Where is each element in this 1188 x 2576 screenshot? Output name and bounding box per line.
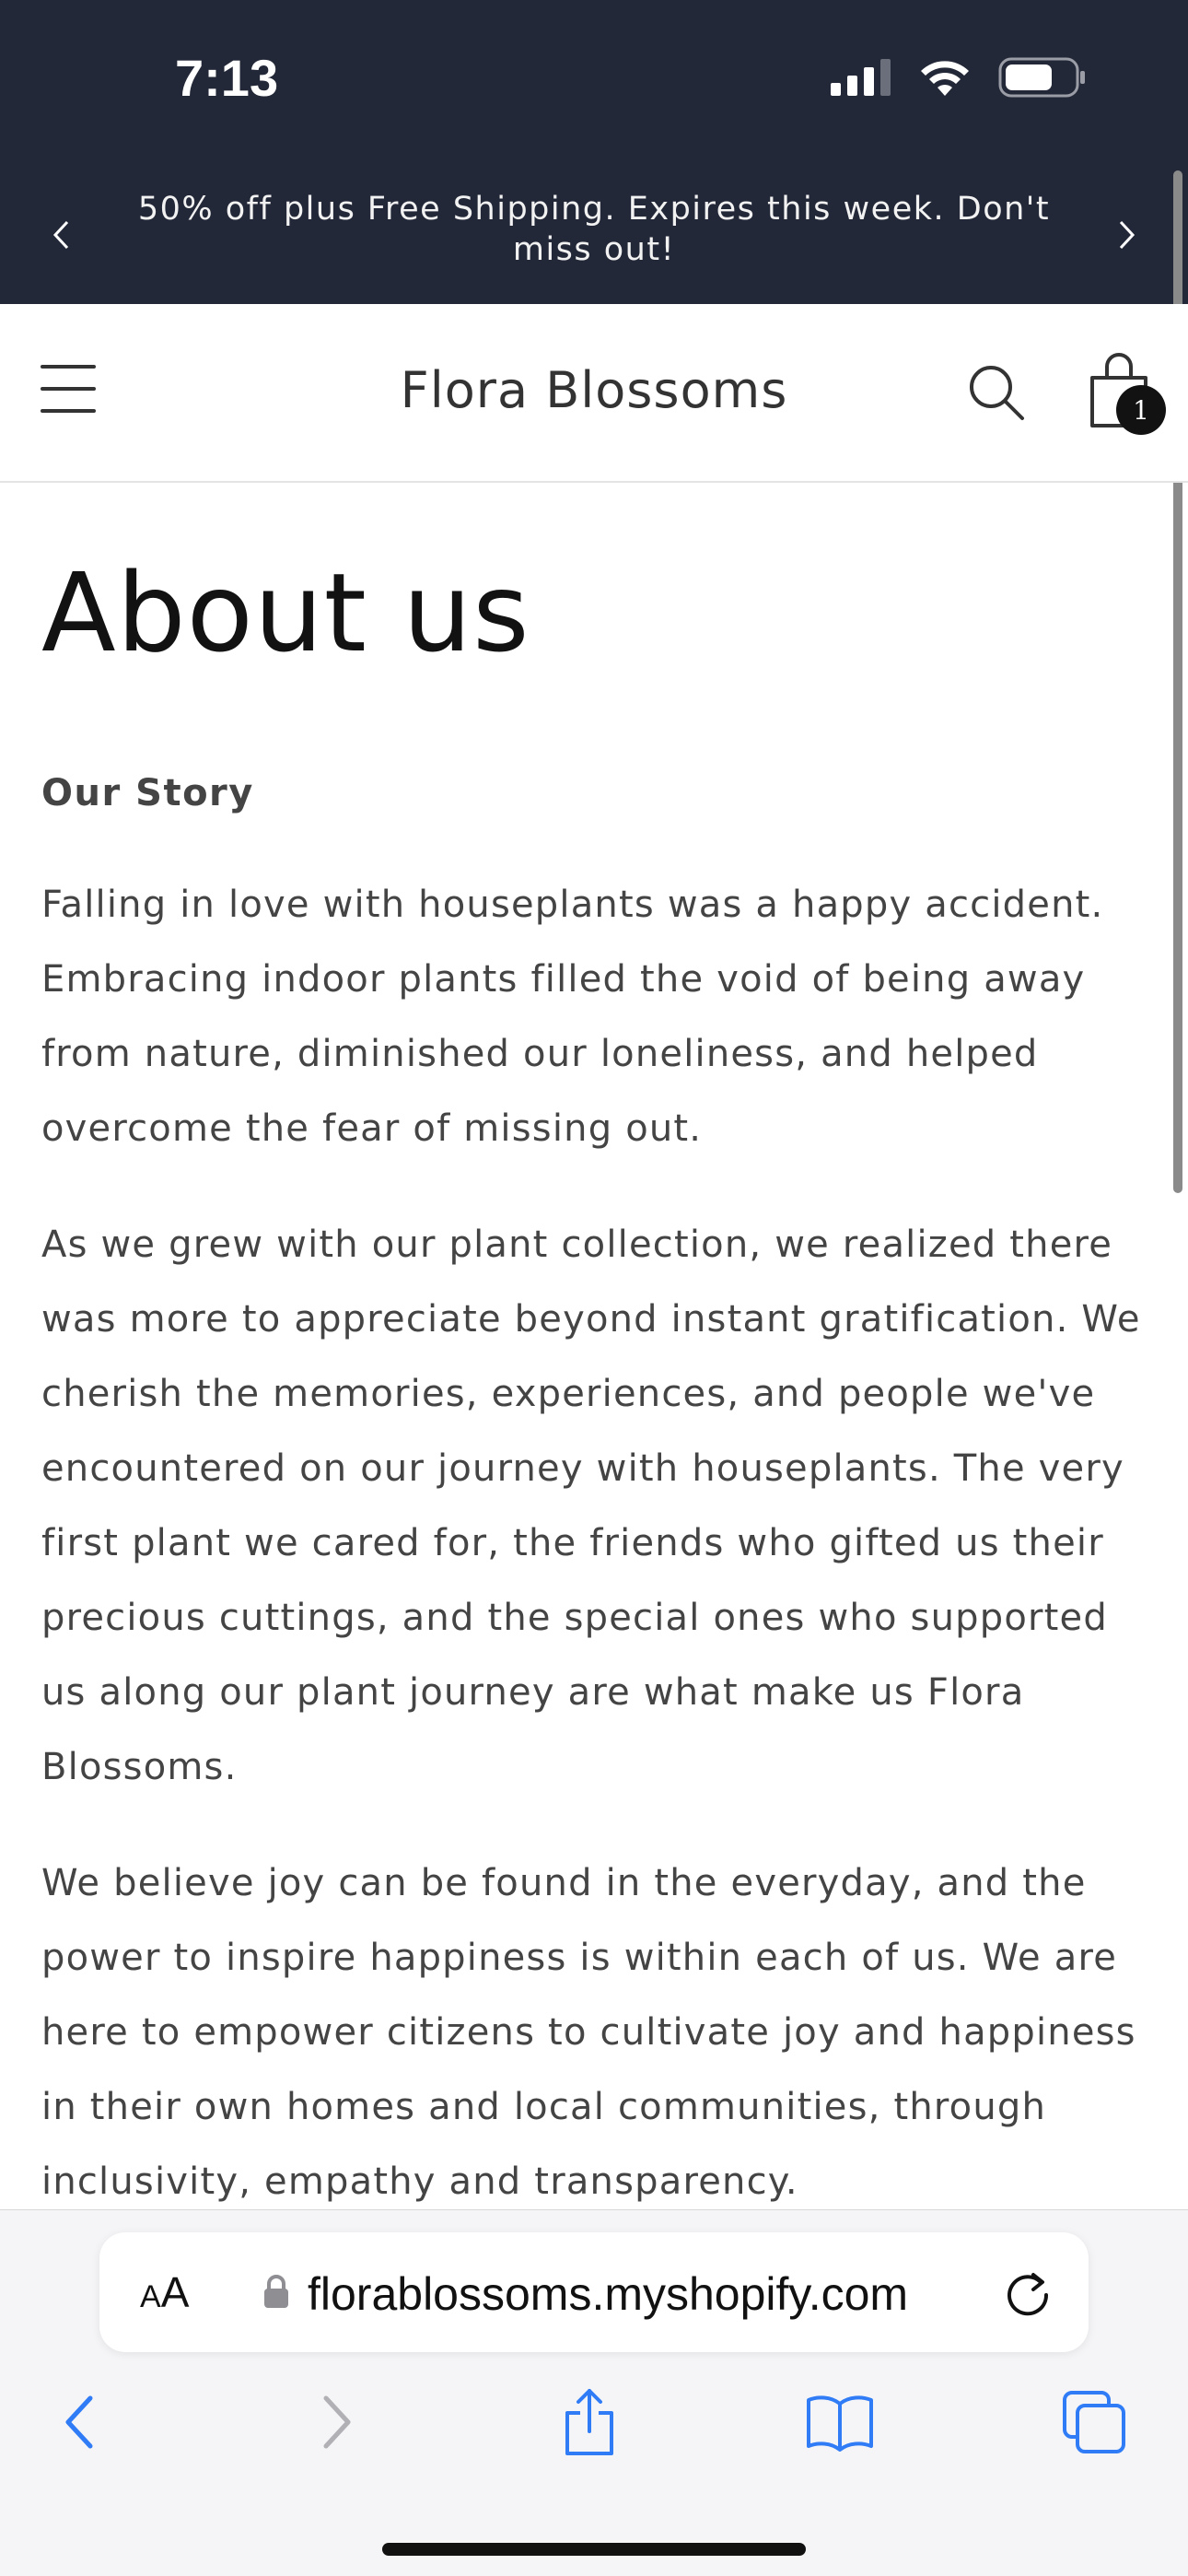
forward-icon [323, 2395, 351, 2449]
search-icon [970, 366, 1024, 420]
status-icons [831, 57, 1087, 98]
lock-icon [264, 2275, 288, 2308]
story-paragraph-2: As we grew with our plant collection, we… [41, 1224, 1141, 1788]
section-heading: Our Story [41, 772, 254, 814]
top-dark-region: 7:13 50% off plus Free Shipping. Expires… [0, 0, 1188, 304]
site-header: Flora Blossoms [0, 304, 1188, 483]
tabs-button[interactable] [1057, 2385, 1131, 2459]
announcement-text: 50% off plus Free Shipping. Expires this… [137, 191, 1051, 268]
main-content: About us Our Story Falling in love with … [41, 553, 1147, 2219]
chevron-left-icon [52, 220, 69, 250]
home-indicator [382, 2543, 806, 2556]
browser-toolbar: AA florablossoms.myshopify.com [0, 2209, 1188, 2576]
text-size-button[interactable]: AA [140, 2267, 189, 2317]
cart-count-badge: 1 [1116, 385, 1166, 435]
address-bar[interactable]: AA florablossoms.myshopify.com [99, 2232, 1089, 2352]
status-time: 7:13 [175, 49, 279, 107]
reload-icon [1007, 2273, 1049, 2316]
share-icon [565, 2389, 613, 2455]
chevron-right-icon [1119, 220, 1136, 250]
back-icon [65, 2395, 93, 2449]
page-title: About us [41, 549, 530, 676]
reload-button[interactable] [1000, 2266, 1055, 2321]
battery-icon [998, 57, 1085, 98]
url-text[interactable]: florablossoms.myshopify.com [308, 2267, 908, 2321]
share-button[interactable] [553, 2385, 626, 2459]
wifi-icon [921, 61, 969, 96]
story-paragraph-1: Falling in love with houseplants was a h… [41, 884, 1104, 1150]
bookmarks-button[interactable] [803, 2385, 877, 2459]
forward-button[interactable] [300, 2385, 374, 2459]
tabs-icon [1063, 2391, 1125, 2453]
announcement-prev-button[interactable] [33, 207, 88, 263]
announcement-next-button[interactable] [1100, 207, 1155, 263]
bookmarks-icon [807, 2395, 873, 2452]
back-button[interactable] [42, 2385, 116, 2459]
search-button[interactable] [967, 363, 1026, 422]
cellular-signal-icon [831, 59, 891, 96]
announcement-bar: 50% off plus Free Shipping. Expires this… [0, 189, 1188, 276]
story-paragraph-3: We believe joy can be found in the every… [41, 1862, 1136, 2203]
